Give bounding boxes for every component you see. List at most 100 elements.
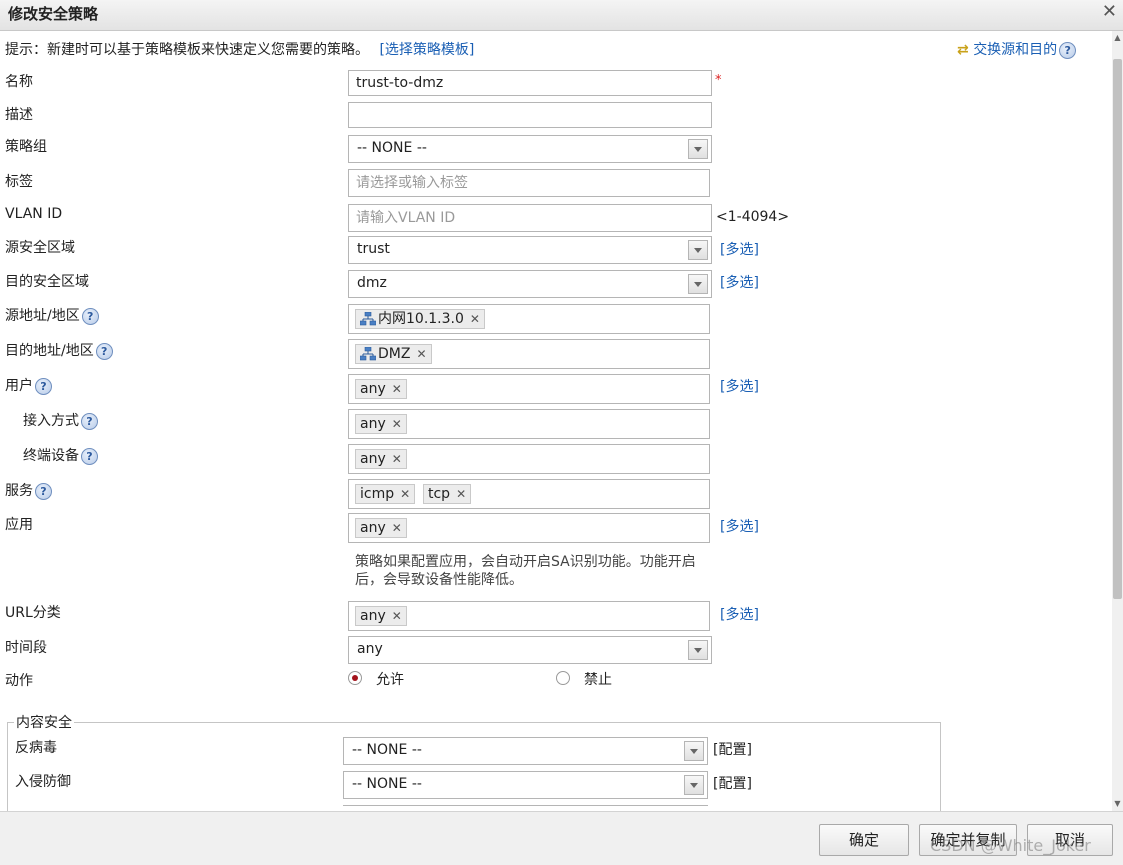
antivirus-select[interactable]: -- NONE -- xyxy=(343,737,708,765)
scroll-up-icon[interactable]: ▲ xyxy=(1112,31,1123,45)
ips-value: -- NONE -- xyxy=(352,776,422,792)
dst-addr-tagbox[interactable]: DMZ ✕ xyxy=(348,339,710,369)
remove-icon[interactable]: ✕ xyxy=(392,609,402,623)
url-category-tag-label: any xyxy=(360,608,386,624)
help-icon[interactable]: ? xyxy=(81,307,99,325)
access-mode-label: 接入方式? xyxy=(23,410,98,430)
network-icon xyxy=(360,312,376,326)
remove-icon[interactable]: ✕ xyxy=(456,487,466,501)
tag-input[interactable]: 请选择或输入标签 xyxy=(348,169,710,197)
remove-icon[interactable]: ✕ xyxy=(416,347,426,361)
chevron-down-icon[interactable] xyxy=(688,139,708,159)
service-label-text: 服务 xyxy=(5,483,33,499)
help-icon[interactable]: ? xyxy=(1059,41,1077,59)
action-allow-radio[interactable] xyxy=(348,671,362,685)
help-icon[interactable]: ? xyxy=(81,412,98,430)
action-allow-label[interactable]: 允许 xyxy=(376,669,404,689)
action-label: 动作 xyxy=(5,673,33,689)
remove-icon[interactable]: ✕ xyxy=(392,382,402,396)
help-icon[interactable]: ? xyxy=(95,342,113,360)
swap-icon: ⇄ xyxy=(957,42,969,58)
remove-icon[interactable]: ✕ xyxy=(392,521,402,535)
remove-icon[interactable]: ✕ xyxy=(470,312,480,326)
chevron-down-icon[interactable] xyxy=(684,741,704,761)
network-icon xyxy=(360,347,376,361)
access-mode-label-text: 接入方式 xyxy=(23,413,79,429)
ok-button[interactable]: 确定 xyxy=(819,824,909,856)
select-template-link[interactable]: [选择策略模板] xyxy=(379,42,474,58)
user-tag: any ✕ xyxy=(355,379,407,399)
chevron-down-icon[interactable] xyxy=(688,240,708,260)
user-tagbox[interactable]: any ✕ xyxy=(348,374,710,404)
application-tagbox[interactable]: any ✕ xyxy=(348,513,710,543)
src-addr-label: 源地址/地区? xyxy=(5,305,99,325)
remove-icon[interactable]: ✕ xyxy=(400,487,410,501)
scroll-down-icon[interactable]: ▼ xyxy=(1112,797,1123,811)
content-security-legend: 内容安全 xyxy=(16,715,72,731)
action-deny-radio[interactable] xyxy=(556,671,570,685)
policy-group-value: -- NONE -- xyxy=(357,140,427,156)
user-tag-label: any xyxy=(360,381,386,397)
terminal-tag-label: any xyxy=(360,451,386,467)
dst-addr-tag-label: DMZ xyxy=(378,346,411,362)
src-addr-tag: 内网10.1.3.0 ✕ xyxy=(355,309,485,329)
ips-config-link[interactable]: [配置] xyxy=(713,773,752,793)
scrollbar-thumb[interactable] xyxy=(1113,59,1122,599)
chevron-down-icon[interactable] xyxy=(688,274,708,294)
dst-zone-select[interactable]: dmz xyxy=(348,270,712,298)
application-label: 应用 xyxy=(5,517,33,533)
help-icon[interactable]: ? xyxy=(81,447,98,465)
url-category-label: URL分类 xyxy=(5,605,61,621)
swap-src-dst[interactable]: ⇄ 交换源和目的? xyxy=(957,39,1077,59)
edit-security-policy-dialog: 修改安全策略 ✕ 提示：新建时可以基于策略模板来快速定义您需要的策略。 [选择策… xyxy=(0,0,1123,865)
vertical-scrollbar[interactable]: ▲ ▼ xyxy=(1112,31,1123,811)
src-zone-select[interactable]: trust xyxy=(348,236,712,264)
service-tag: icmp ✕ xyxy=(355,484,416,504)
dst-zone-multi-link[interactable]: [多选] xyxy=(720,272,759,292)
antivirus-config-link[interactable]: [配置] xyxy=(713,739,752,759)
time-range-select[interactable]: any xyxy=(348,636,712,664)
chevron-down-icon[interactable] xyxy=(684,775,704,795)
url-category-multi-link[interactable]: [多选] xyxy=(720,604,759,624)
dialog-titlebar: 修改安全策略 ✕ xyxy=(0,0,1123,31)
policy-group-select[interactable]: -- NONE -- xyxy=(348,135,712,163)
ips-label: 入侵防御 xyxy=(15,774,71,790)
hint-row: 提示：新建时可以基于策略模板来快速定义您需要的策略。 [选择策略模板] xyxy=(5,39,474,59)
dst-zone-label: 目的安全区域 xyxy=(5,274,89,290)
action-deny-label[interactable]: 禁止 xyxy=(584,669,612,689)
chevron-down-icon[interactable] xyxy=(688,640,708,660)
service-tag-label: icmp xyxy=(360,486,395,502)
description-input[interactable] xyxy=(348,102,712,128)
vlan-id-input[interactable]: 请输入VLAN ID xyxy=(348,204,712,232)
hint-text: 提示：新建时可以基于策略模板来快速定义您需要的策略。 xyxy=(5,42,369,58)
src-zone-multi-link[interactable]: [多选] xyxy=(720,239,759,259)
terminal-tagbox[interactable]: any ✕ xyxy=(348,444,710,474)
url-category-tag: any ✕ xyxy=(355,606,407,626)
application-multi-link[interactable]: [多选] xyxy=(720,516,759,536)
vlan-id-range: <1-4094> xyxy=(716,209,790,225)
user-label-text: 用户 xyxy=(5,378,33,394)
src-addr-tagbox[interactable]: 内网10.1.3.0 ✕ xyxy=(348,304,710,334)
vlan-id-label: VLAN ID xyxy=(5,206,63,222)
close-icon[interactable]: ✕ xyxy=(1102,1,1117,22)
remove-icon[interactable]: ✕ xyxy=(392,417,402,431)
application-note-line1: 策略如果配置应用，会自动开启SA识别功能。功能开启 xyxy=(355,554,696,570)
terminal-label: 终端设备? xyxy=(23,445,98,465)
service-tagbox[interactable]: icmp ✕ tcp ✕ xyxy=(348,479,710,509)
form-content: 提示：新建时可以基于策略模板来快速定义您需要的策略。 [选择策略模板] ⇄ 交换… xyxy=(0,31,1112,811)
name-input[interactable]: trust-to-dmz xyxy=(348,70,712,96)
name-label: 名称 xyxy=(5,74,33,90)
src-zone-value: trust xyxy=(357,241,390,257)
dst-addr-label: 目的地址/地区? xyxy=(5,340,113,360)
description-label: 描述 xyxy=(5,107,33,123)
help-icon[interactable]: ? xyxy=(35,377,52,395)
swap-src-dst-link[interactable]: 交换源和目的 xyxy=(973,42,1057,58)
help-icon[interactable]: ? xyxy=(35,482,52,500)
dst-zone-value: dmz xyxy=(357,275,387,291)
access-mode-tagbox[interactable]: any ✕ xyxy=(348,409,710,439)
remove-icon[interactable]: ✕ xyxy=(392,452,402,466)
src-addr-label-text: 源地址/地区 xyxy=(5,308,80,324)
url-category-tagbox[interactable]: any ✕ xyxy=(348,601,710,631)
ips-select[interactable]: -- NONE -- xyxy=(343,771,708,799)
user-multi-link[interactable]: [多选] xyxy=(720,376,759,396)
